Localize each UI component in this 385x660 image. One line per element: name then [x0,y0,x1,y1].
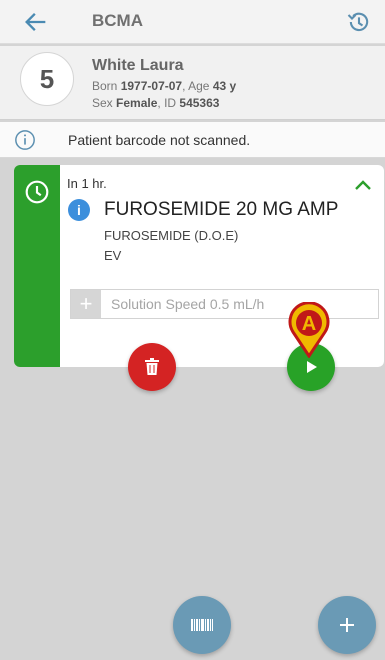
schedule-time: In 1 hr. [67,176,107,191]
marker-letter: A [302,313,316,335]
back-arrow-icon[interactable] [22,8,50,36]
history-icon[interactable] [345,8,373,36]
birth-date: 1977-07-07 [120,79,183,93]
annotation-marker: A [288,302,330,358]
add-button[interactable] [318,596,376,654]
solution-speed-text: Solution Speed 0.5 mL/h [111,296,265,312]
patient-age: 43 y [212,79,237,93]
patient-sex-line: Sex Female, ID 545363 [92,96,220,110]
patient-header: 5 White Laura Born 1977-07-07, Age 43 y … [0,46,385,120]
sex-label: Sex [92,96,113,110]
age-label: Age [188,79,210,93]
clock-icon [25,180,49,204]
add-icon [340,618,354,632]
patient-name: White Laura [92,57,184,74]
bed-number-badge: 5 [20,52,74,106]
solution-speed-field[interactable]: + Solution Speed 0.5 mL/h [70,289,379,319]
barcode-warning-bar: Patient barcode not scanned. [0,122,385,158]
drug-name: FUROSEMIDE 20 MG AMP [104,199,339,220]
patient-sex: Female [116,96,158,110]
barcode-icon [191,619,213,631]
delete-button[interactable] [128,343,176,391]
warning-text: Patient barcode not scanned. [68,132,251,148]
born-label: Born [92,79,118,93]
patient-id: 545363 [179,96,220,110]
id-label: ID [164,96,177,110]
administration-route: EV [104,248,122,263]
patient-birth-line: Born 1977-07-07, Age 43 y [92,79,237,93]
page-title: BCMA [92,11,143,30]
play-icon [307,361,317,373]
app-bar: BCMA [0,0,385,44]
chevron-up-icon[interactable] [354,179,372,191]
info-icon[interactable]: i [68,199,90,221]
drug-generic-name: FUROSEMIDE (D.O.E) [104,228,239,243]
info-outline-icon [15,130,35,150]
plus-icon[interactable]: + [71,290,101,318]
scan-barcode-button[interactable] [173,596,231,654]
trash-icon [145,358,159,375]
card-status-strip [14,165,60,367]
